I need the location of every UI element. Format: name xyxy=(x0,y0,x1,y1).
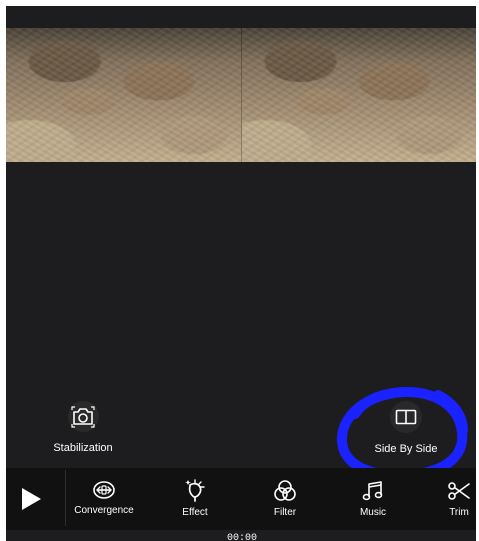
music-tool[interactable]: Music xyxy=(355,479,391,519)
play-icon xyxy=(22,488,41,510)
effect-tool[interactable]: Effect xyxy=(174,479,216,519)
effect-icon xyxy=(185,479,205,502)
stabilization-label: Stabilization xyxy=(53,442,113,454)
convergence-tool[interactable]: Convergence xyxy=(69,479,139,517)
timecode: 00:00 xyxy=(226,533,257,541)
filter-label: Filter xyxy=(273,507,297,518)
camera-icon xyxy=(67,401,99,432)
video-editor-screen: Stabilization Side By Side Convergence E… xyxy=(6,6,476,541)
trim-tool[interactable]: Trim xyxy=(445,479,473,519)
play-button[interactable] xyxy=(17,484,45,514)
convergence-icon xyxy=(93,481,115,499)
filter-icon xyxy=(274,480,296,501)
trim-label: Trim xyxy=(449,507,469,518)
effect-label: Effect xyxy=(182,507,208,518)
convergence-label: Convergence xyxy=(74,505,134,516)
side-by-side-icon xyxy=(390,401,422,433)
scissors-icon xyxy=(448,482,470,500)
music-icon xyxy=(362,481,383,501)
video-right-frame xyxy=(240,28,476,162)
side-by-side-button[interactable]: Side By Side xyxy=(368,401,444,456)
toolbar-divider xyxy=(65,470,66,526)
video-left-frame xyxy=(6,28,241,162)
side-by-side-label: Side By Side xyxy=(374,443,438,455)
video-preview[interactable] xyxy=(6,28,476,162)
music-label: Music xyxy=(359,507,387,518)
bottom-toolbar: Convergence Effect Filter Music Trim xyxy=(6,468,476,530)
filter-tool[interactable]: Filter xyxy=(265,479,305,519)
stabilization-button[interactable]: Stabilization xyxy=(38,401,128,455)
